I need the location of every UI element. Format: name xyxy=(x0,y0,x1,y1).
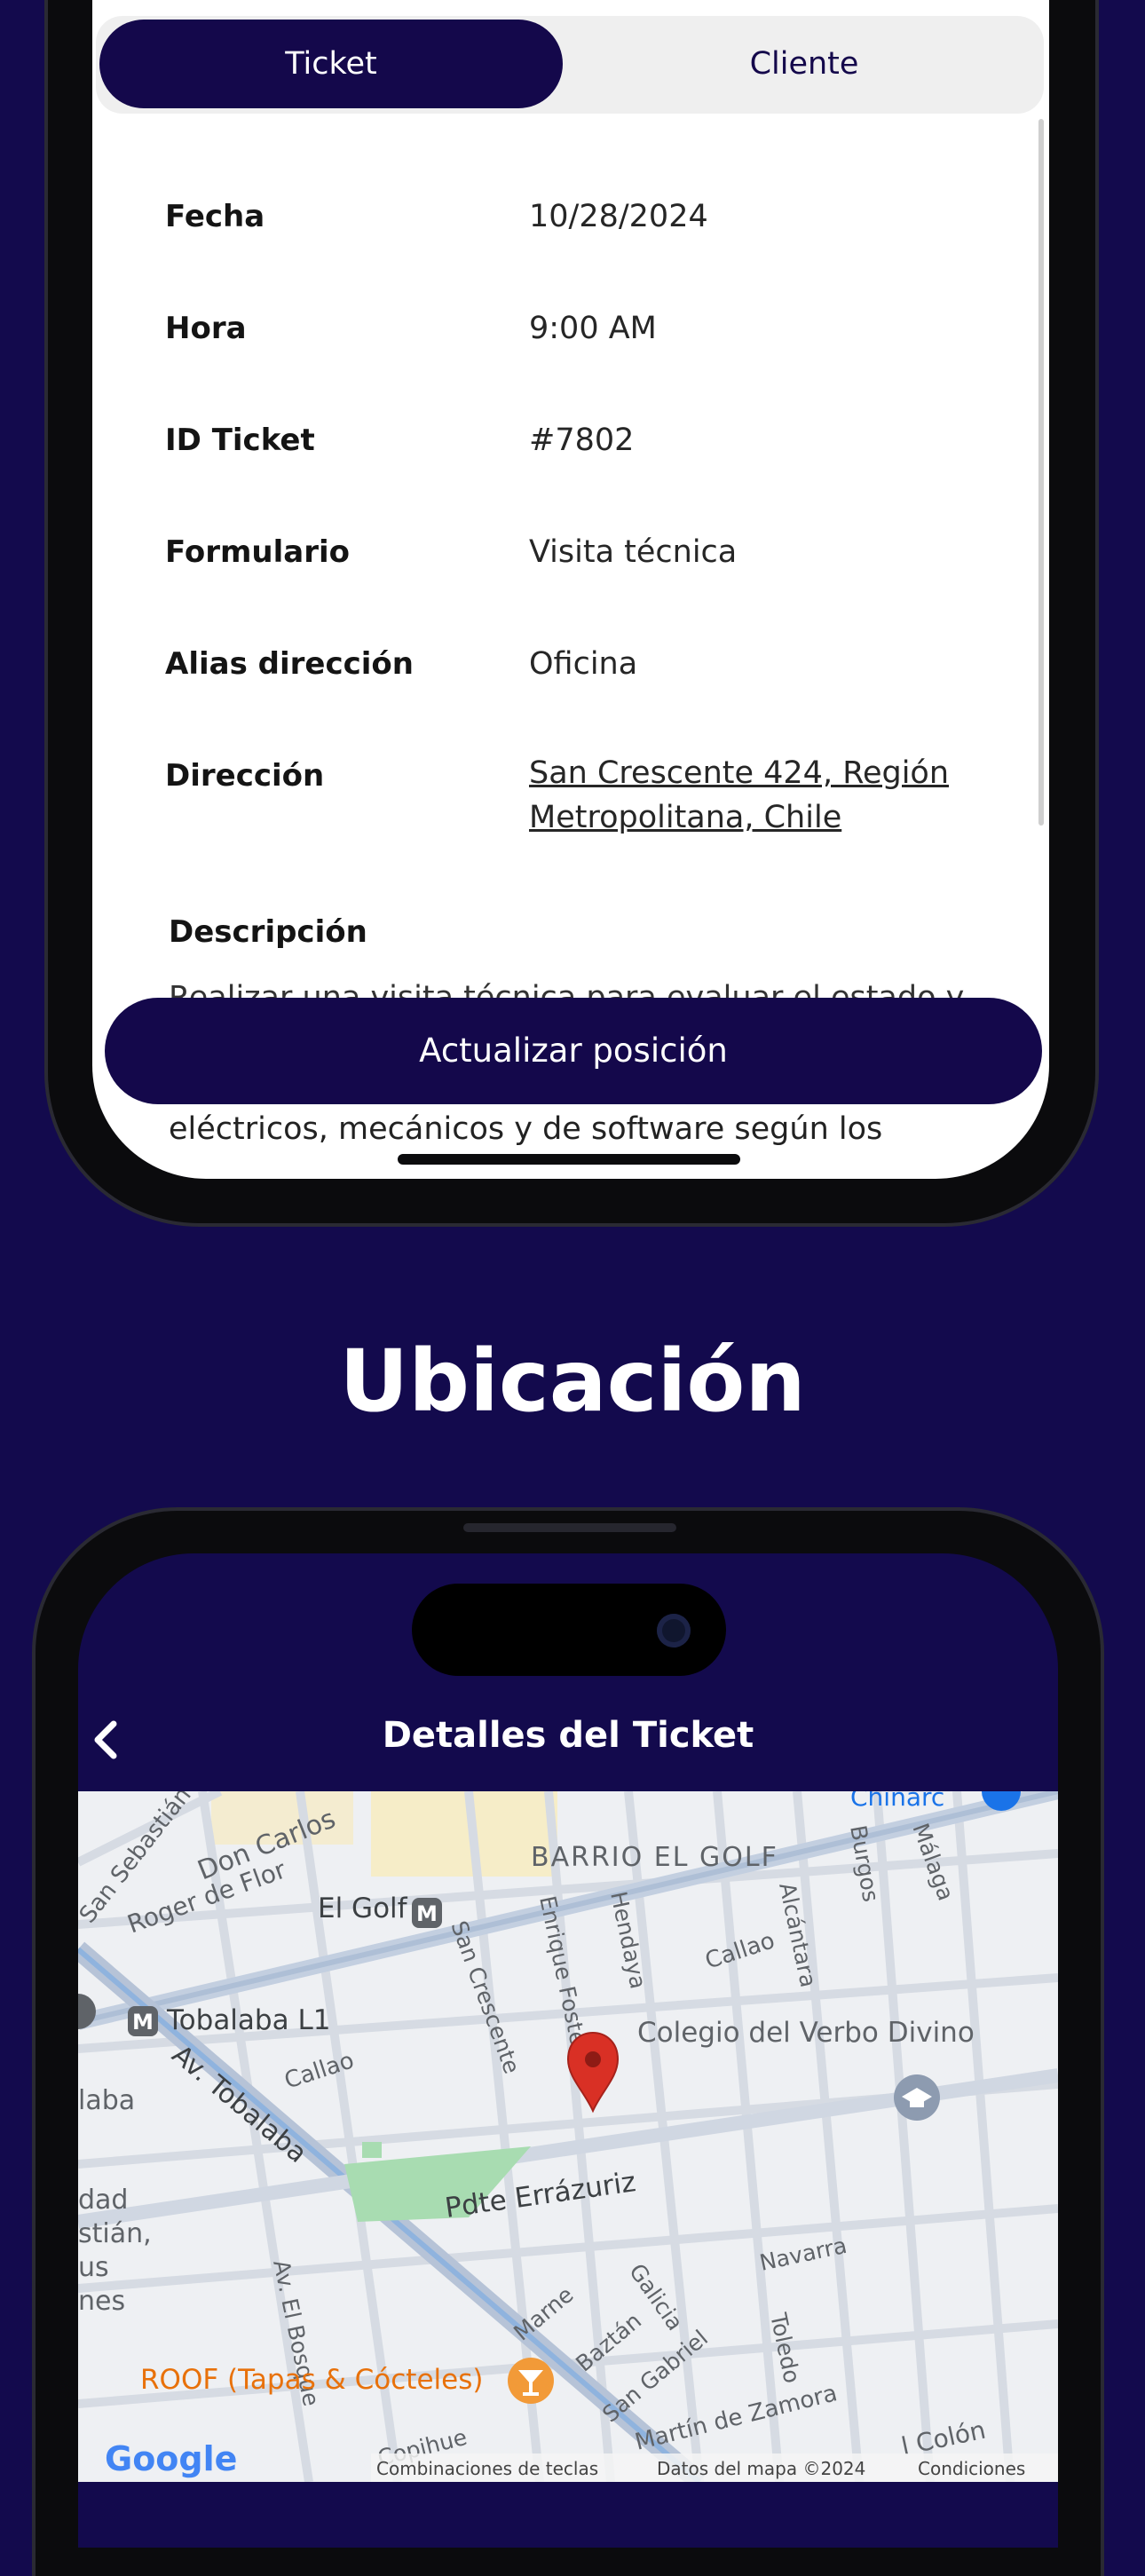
label-roof: ROOF (Tapas & Cócteles) xyxy=(140,2364,483,2396)
tab-ticket[interactable]: Ticket xyxy=(99,20,563,108)
metro-icon-tobalaba-label: M xyxy=(132,2010,154,2035)
speaker-grille xyxy=(463,1523,676,1532)
label-us: us xyxy=(78,2252,109,2283)
cocktail-icon xyxy=(508,2358,554,2404)
hora-label: Hora xyxy=(165,311,247,346)
tab-ticket-label: Ticket xyxy=(285,46,377,82)
fecha-label: Fecha xyxy=(165,199,265,234)
map-canvas[interactable]: BARRIO EL GOLF Don Carlos San Sebastián … xyxy=(78,1791,1058,2482)
label-chinarc: Chinarc xyxy=(850,1791,944,1812)
label-laba: laba xyxy=(78,2085,135,2116)
descripcion-label: Descripción xyxy=(169,914,367,950)
label-tobalaba-l1: Tobalaba L1 xyxy=(166,2004,330,2036)
map-view[interactable]: BARRIO EL GOLF Don Carlos San Sebastián … xyxy=(78,1791,1058,2482)
label-barrio: BARRIO EL GOLF xyxy=(531,1842,778,1873)
hora-value: 9:00 AM xyxy=(529,311,657,346)
label-stian: stián, xyxy=(78,2218,152,2249)
map-park-small xyxy=(362,2142,382,2158)
direccion-line-1: San Crescente 424, Región xyxy=(529,755,950,791)
id-ticket-label: ID Ticket xyxy=(165,423,315,458)
direccion-line-2: Metropolitana, Chile xyxy=(529,800,842,835)
formulario-value: Visita técnica xyxy=(529,534,738,570)
google-logo: Google xyxy=(105,2439,237,2478)
alias-direccion-label: Alias dirección xyxy=(165,646,414,682)
home-indicator xyxy=(398,1154,740,1165)
label-dad: dad xyxy=(78,2185,128,2216)
label-nes: nes xyxy=(78,2286,125,2317)
metro-icon-label: M xyxy=(416,1901,438,1926)
direccion-label: Dirección xyxy=(165,758,325,794)
footer-shortcuts: Combinaciones de teclas xyxy=(376,2458,598,2479)
tab-cliente-label: Cliente xyxy=(749,46,859,82)
map-area-commercial xyxy=(371,1791,557,1877)
footer-map-data: Datos del mapa ©2024 xyxy=(657,2458,865,2479)
fecha-value: 10/28/2024 xyxy=(529,199,708,234)
alias-direccion-value: Oficina xyxy=(529,646,638,682)
direccion-link[interactable]: San Crescente 424, Región Metropolitana,… xyxy=(529,751,949,840)
section-heading: Ubicación xyxy=(339,1331,806,1431)
formulario-label: Formulario xyxy=(165,534,350,570)
label-el-golf: El Golf xyxy=(318,1892,408,1924)
id-ticket-value: #7802 xyxy=(529,423,635,458)
camera-icon xyxy=(657,1614,691,1648)
nav-title: Detalles del Ticket xyxy=(382,1715,754,1756)
scrollbar[interactable] xyxy=(1038,119,1044,826)
metro-icon-tobalaba: M xyxy=(128,2006,158,2036)
tab-cliente[interactable]: Cliente xyxy=(565,20,1044,108)
school-icon xyxy=(894,2074,940,2121)
update-position-button[interactable]: Actualizar posición xyxy=(105,998,1042,1104)
footer-terms: Condiciones xyxy=(918,2458,1025,2479)
metro-icon: M xyxy=(412,1898,442,1928)
descripcion-partial-bottom: eléctricos, mecánicos y de software segú… xyxy=(169,1111,883,1147)
label-colegio: Colegio del Verbo Divino xyxy=(637,2017,975,2049)
